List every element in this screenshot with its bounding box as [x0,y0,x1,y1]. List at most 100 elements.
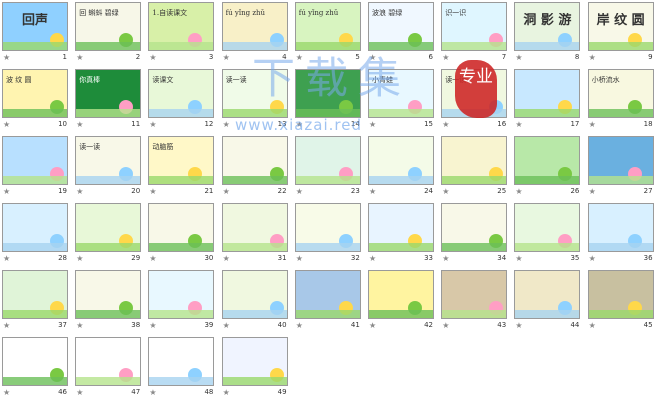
slide-thumbnail-cell[interactable]: ★ 19 [0,134,73,201]
star-icon[interactable]: ★ [442,255,449,263]
slide-thumbnail[interactable] [75,337,142,386]
star-icon[interactable]: ★ [149,255,156,263]
star-icon[interactable]: ★ [3,188,10,196]
slide-thumbnail[interactable] [514,136,581,185]
star-icon[interactable]: ★ [3,54,10,62]
star-icon[interactable]: ★ [223,389,230,397]
star-icon[interactable]: ★ [149,322,156,330]
star-icon[interactable]: ★ [149,389,156,397]
star-icon[interactable]: ★ [515,188,522,196]
slide-thumbnail[interactable]: 1.自读课文 [148,2,215,51]
slide-thumbnail[interactable]: 动脑筋 [148,136,215,185]
slide-thumbnail[interactable] [221,203,288,252]
slide-thumbnail[interactable] [221,136,288,185]
slide-thumbnail-cell[interactable]: 读一读 ★ 20 [73,134,146,201]
slide-thumbnail[interactable] [441,203,508,252]
slide-thumbnail[interactable] [587,270,654,319]
star-icon[interactable]: ★ [296,322,303,330]
slide-thumbnail-cell[interactable]: 识一识 ★ 7 [439,0,512,67]
slide-thumbnail-cell[interactable]: 小青蛙 ★ 15 [366,67,439,134]
star-icon[interactable]: ★ [223,188,230,196]
star-icon[interactable]: ★ [76,255,83,263]
slide-thumbnail[interactable]: 读一读 [441,69,508,118]
slide-thumbnail-cell[interactable]: 动脑筋 ★ 21 [146,134,219,201]
slide-thumbnail[interactable] [221,270,288,319]
slide-thumbnail[interactable] [441,136,508,185]
star-icon[interactable]: ★ [442,188,449,196]
slide-thumbnail-cell[interactable]: ★ 33 [366,201,439,268]
slide-thumbnail[interactable] [294,270,361,319]
slide-thumbnail[interactable] [587,203,654,252]
slide-thumbnail[interactable]: 小青蛙 [368,69,434,118]
slide-thumbnail[interactable] [441,270,508,319]
star-icon[interactable]: ★ [369,255,376,263]
slide-thumbnail-cell[interactable]: ★ 27 [586,134,659,201]
slide-thumbnail-cell[interactable]: ★ 29 [73,201,146,268]
slide-thumbnail[interactable]: 小桥流水 [587,69,654,118]
slide-thumbnail-cell[interactable]: ★ 43 [439,268,512,335]
slide-thumbnail-cell[interactable]: ★ 25 [439,134,512,201]
slide-thumbnail[interactable] [75,270,142,319]
slide-thumbnail[interactable]: 回 蝌蚪 碧绿 [75,2,142,51]
star-icon[interactable]: ★ [149,121,156,129]
slide-thumbnail-cell[interactable]: ★ 41 [293,268,366,335]
slide-thumbnail[interactable] [148,337,215,386]
star-icon[interactable]: ★ [3,322,10,330]
slide-thumbnail[interactable] [2,337,68,386]
slide-thumbnail[interactable]: 读课文 [148,69,215,118]
slide-thumbnail[interactable]: 波浪 碧绿 [368,2,434,51]
slide-thumbnail-cell[interactable]: ★ 47 [73,335,146,402]
slide-thumbnail[interactable] [148,270,215,319]
slide-thumbnail-cell[interactable]: fú yǐng zhǔ ★ 4 [220,0,293,67]
star-icon[interactable]: ★ [442,121,449,129]
star-icon[interactable]: ★ [369,322,376,330]
slide-thumbnail-cell[interactable]: ★ 46 [0,335,73,402]
star-icon[interactable]: ★ [369,121,376,129]
slide-thumbnail[interactable] [2,203,68,252]
slide-thumbnail[interactable] [294,69,361,118]
slide-thumbnail-cell[interactable]: ★ 36 [586,201,659,268]
slide-thumbnail[interactable] [75,203,142,252]
slide-thumbnail-cell[interactable]: 1.自读课文 ★ 3 [146,0,219,67]
slide-thumbnail-cell[interactable]: ★ 31 [220,201,293,268]
star-icon[interactable]: ★ [369,54,376,62]
slide-thumbnail[interactable]: 识一识 [441,2,508,51]
slide-thumbnail[interactable]: 波 纹 圆 [2,69,68,118]
slide-thumbnail-cell[interactable]: 回声 ★ 1 [0,0,73,67]
slide-thumbnail-cell[interactable]: ★ 49 [220,335,293,402]
slide-thumbnail-cell[interactable]: 洞 影 游 ★ 8 [512,0,585,67]
slide-thumbnail[interactable]: 读一读 [75,136,142,185]
star-icon[interactable]: ★ [3,255,10,263]
slide-thumbnail[interactable] [587,136,654,185]
star-icon[interactable]: ★ [223,255,230,263]
star-icon[interactable]: ★ [369,188,376,196]
star-icon[interactable]: ★ [515,121,522,129]
slide-thumbnail-cell[interactable]: ★ 22 [220,134,293,201]
slide-thumbnail-cell[interactable]: ★ 32 [293,201,366,268]
slide-thumbnail[interactable] [514,270,581,319]
star-icon[interactable]: ★ [515,54,522,62]
star-icon[interactable]: ★ [442,322,449,330]
star-icon[interactable]: ★ [296,121,303,129]
slide-thumbnail[interactable] [368,203,434,252]
star-icon[interactable]: ★ [589,121,596,129]
slide-thumbnail-cell[interactable]: ★ 44 [512,268,585,335]
slide-thumbnail-cell[interactable]: 波浪 碧绿 ★ 6 [366,0,439,67]
slide-thumbnail[interactable] [2,136,68,185]
slide-thumbnail-cell[interactable]: ★ 40 [220,268,293,335]
slide-thumbnail-cell[interactable]: ★ 38 [73,268,146,335]
star-icon[interactable]: ★ [296,188,303,196]
slide-thumbnail-cell[interactable]: ★ 28 [0,201,73,268]
star-icon[interactable]: ★ [3,389,10,397]
star-icon[interactable]: ★ [76,54,83,62]
slide-thumbnail-cell[interactable]: ★ 35 [512,201,585,268]
slide-thumbnail-cell[interactable]: 波 纹 圆 ★ 10 [0,67,73,134]
slide-thumbnail-cell[interactable]: 岸 纹 圆 ★ 9 [586,0,659,67]
slide-thumbnail[interactable] [294,203,361,252]
star-icon[interactable]: ★ [515,322,522,330]
star-icon[interactable]: ★ [76,322,83,330]
slide-thumbnail-cell[interactable]: ★ 26 [512,134,585,201]
slide-thumbnail[interactable] [2,270,68,319]
star-icon[interactable]: ★ [589,255,596,263]
slide-thumbnail[interactable] [368,270,434,319]
